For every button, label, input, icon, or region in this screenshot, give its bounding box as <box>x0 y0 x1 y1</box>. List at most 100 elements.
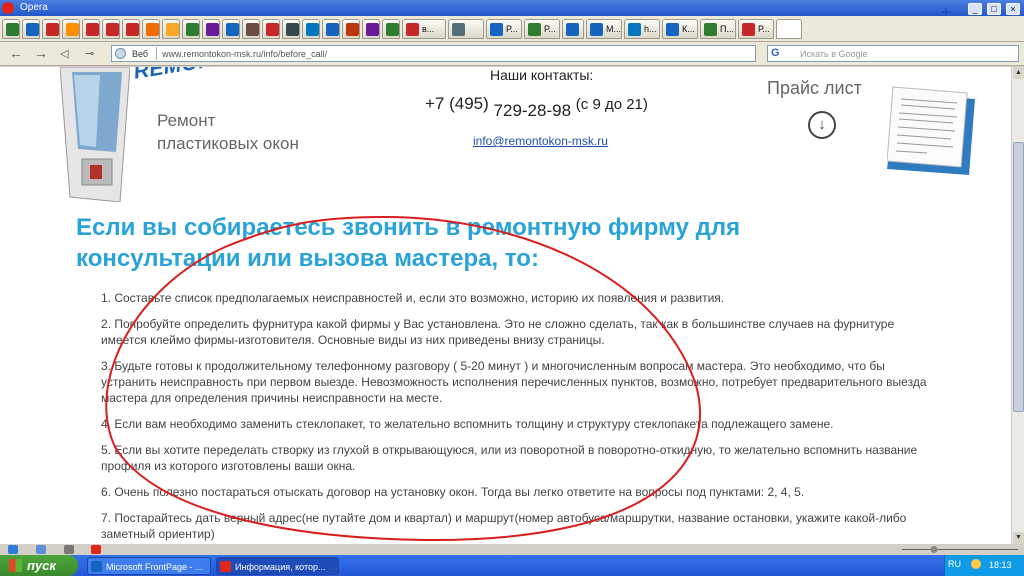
step-item: 5. Если вы хотите переделать створку из … <box>101 443 918 473</box>
step-item: 1. Составьте список предполагаемых неисп… <box>101 291 725 305</box>
tab-favicon-icon <box>628 23 641 36</box>
browser-tab[interactable] <box>562 19 584 39</box>
tab-favicon-icon <box>26 23 39 36</box>
browser-tab[interactable] <box>262 19 280 39</box>
browser-tab[interactable] <box>342 19 360 39</box>
browser-tab[interactable] <box>242 19 260 39</box>
speaker-icon[interactable] <box>971 559 981 569</box>
browser-tab[interactable] <box>362 19 380 39</box>
language-indicator[interactable]: RU <box>948 559 961 569</box>
browser-tab[interactable]: К... <box>662 19 698 39</box>
browser-tab[interactable] <box>142 19 160 39</box>
address-field[interactable]: Веб www.remontokon-msk.ru/info/before_ca… <box>111 45 756 62</box>
minimize-button[interactable]: _ <box>968 3 982 15</box>
tab-favicon-icon <box>742 23 755 36</box>
tab-favicon-icon <box>326 23 339 36</box>
tab-favicon-icon <box>306 23 319 36</box>
download-icon[interactable]: ↓ <box>808 111 836 139</box>
desktop-icon[interactable] <box>8 545 18 554</box>
tab-favicon-icon <box>406 23 419 36</box>
tab-favicon-icon <box>66 23 79 36</box>
browser-tab[interactable] <box>182 19 200 39</box>
browser-tab[interactable] <box>302 19 320 39</box>
tab-favicon-icon <box>346 23 359 36</box>
browser-tab[interactable]: Р... <box>738 19 774 39</box>
article-heading: Если вы собираетесь звонить в ремонтную … <box>76 214 741 272</box>
browser-tab[interactable] <box>62 19 80 39</box>
tab-favicon-icon <box>366 23 379 36</box>
new-tab-button[interactable]: + <box>941 4 950 22</box>
browser-tab[interactable] <box>122 19 140 39</box>
site-logo[interactable]: REMONTOKON <box>132 67 292 85</box>
browser-tab[interactable] <box>42 19 60 39</box>
cloud-icon[interactable] <box>36 545 46 554</box>
maximize-button[interactable]: □ <box>987 3 1001 15</box>
phone-prefix: +7 (495) <box>425 94 489 113</box>
url-text[interactable]: www.remontokon-msk.ru/info/before_call/ <box>162 49 327 59</box>
task-frontpage[interactable]: Microsoft FrontPage - ... <box>87 557 211 575</box>
browser-tab[interactable]: BBS <box>22 19 40 39</box>
search-field[interactable]: G Искать в Google <box>767 45 1019 62</box>
tab-label: h... <box>644 24 657 34</box>
opera-task-icon <box>220 561 231 572</box>
tab-favicon-icon <box>386 23 399 36</box>
start-button[interactable]: пуск <box>0 555 78 576</box>
tab-label: П... <box>720 24 734 34</box>
task-label: Microsoft FrontPage - ... <box>106 562 203 572</box>
scroll-thumb[interactable] <box>1013 142 1024 412</box>
tab-favicon-icon <box>146 23 159 36</box>
vertical-scrollbar[interactable]: ▲ ▼ <box>1011 67 1024 544</box>
tab-favicon-icon <box>528 23 541 36</box>
taskbar: пуск Microsoft FrontPage - ... Информаци… <box>0 544 1024 576</box>
scroll-down-icon[interactable]: ▼ <box>1013 532 1024 544</box>
browser-tab[interactable] <box>162 19 180 39</box>
tab-label: К... <box>682 24 695 34</box>
browser-tab[interactable]: П... <box>700 19 736 39</box>
tab-favicon-icon <box>106 23 119 36</box>
browser-tab[interactable]: MC <box>222 19 240 39</box>
google-icon[interactable]: G <box>771 47 780 59</box>
tab-favicon-icon <box>206 23 219 36</box>
browser-tab[interactable] <box>102 19 120 39</box>
opera-quick-icon[interactable] <box>91 545 101 554</box>
browser-tab[interactable]: в... <box>402 19 446 39</box>
email-link[interactable]: info@remontokon-msk.ru <box>473 134 608 148</box>
browser-tab[interactable] <box>82 19 100 39</box>
browser-tab[interactable]: М... <box>586 19 622 39</box>
tab-bar: BBS MC 3 5 в... Р... Р... М... h... К... П... Р... <box>0 16 1024 42</box>
window-title: Opera <box>20 2 48 13</box>
web-label: Веб <box>132 49 149 59</box>
browser-tab[interactable] <box>202 19 220 39</box>
rewind-icon[interactable]: ◁ <box>60 47 68 60</box>
task-label: Информация, котор... <box>235 562 326 572</box>
browser-tab[interactable]: 5 <box>382 19 400 39</box>
browser-tab[interactable]: h... <box>624 19 660 39</box>
close-button[interactable]: × <box>1006 3 1020 15</box>
browser-tab[interactable] <box>282 19 300 39</box>
contacts-title: Наши контакты: <box>490 67 594 83</box>
tab-label: М... <box>606 24 621 34</box>
search-placeholder: Искать в Google <box>800 49 868 59</box>
key-icon[interactable]: ⊸ <box>85 47 94 60</box>
tools-icon[interactable] <box>64 545 74 554</box>
browser-tab[interactable] <box>448 19 484 39</box>
step-item: 3. Будьте готовы к продолжительному теле… <box>101 359 927 405</box>
task-opera[interactable]: Информация, котор... <box>216 557 339 575</box>
browser-tab[interactable]: Р... <box>486 19 522 39</box>
browser-tab[interactable] <box>2 19 20 39</box>
price-document-image[interactable] <box>887 85 975 175</box>
window-frame-image <box>30 67 130 202</box>
price-list-label[interactable]: Прайс лист <box>767 78 862 99</box>
tab-favicon-icon <box>126 23 139 36</box>
tab-favicon-icon <box>46 23 59 36</box>
scroll-up-icon[interactable]: ▲ <box>1013 67 1024 79</box>
forward-button[interactable]: → <box>34 45 48 61</box>
step-item: 6. Очень полезно постараться отыскать до… <box>101 485 805 499</box>
browser-tab[interactable]: Р... <box>524 19 560 39</box>
browser-tab[interactable] <box>776 19 802 39</box>
zoom-slider[interactable] <box>900 545 1020 554</box>
browser-tab[interactable]: 3 <box>322 19 340 39</box>
back-button[interactable]: ← <box>9 45 23 61</box>
tab-favicon-icon <box>666 23 679 36</box>
tab-favicon-icon <box>266 23 279 36</box>
